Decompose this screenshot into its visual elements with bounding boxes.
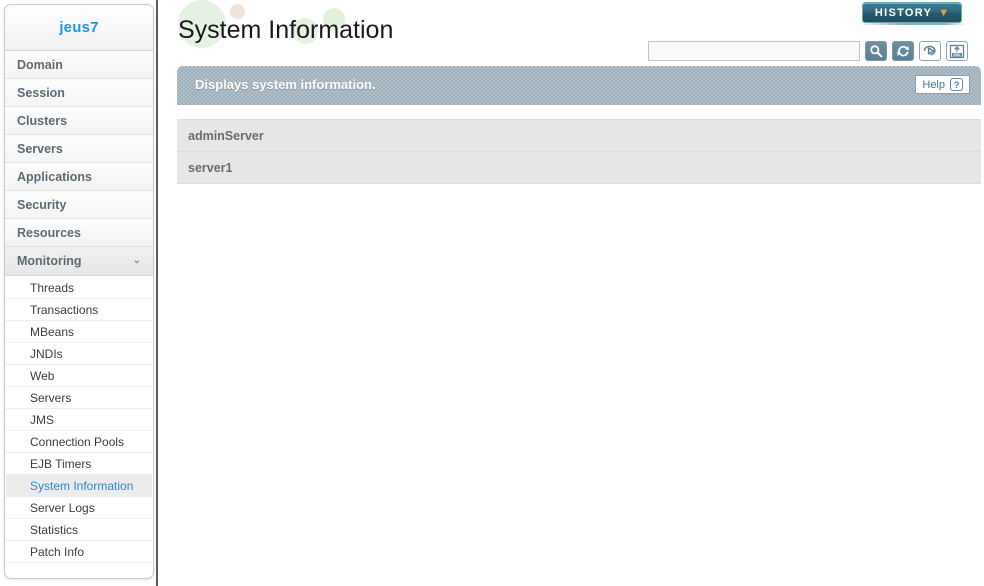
print-icon xyxy=(923,45,936,56)
sidebar-subitem-label: Transactions xyxy=(30,303,99,317)
sidebar-subitem-label: Threads xyxy=(30,281,75,295)
sidebar-subitem-label: JMS xyxy=(30,413,54,427)
sidebar-item-label: Security xyxy=(17,198,67,212)
server-name: server1 xyxy=(188,161,233,175)
question-mark-icon: ? xyxy=(950,78,963,91)
search-input[interactable] xyxy=(648,41,860,61)
sidebar-panel: jeus7 Domain Session Clusters Servers Ap… xyxy=(4,4,154,579)
sidebar-item-monitoring[interactable]: Monitoring ⌄ xyxy=(5,247,153,275)
sidebar-item-label: Domain xyxy=(17,58,63,72)
refresh-button[interactable] xyxy=(892,41,914,61)
page-title: System Information xyxy=(178,16,394,44)
sidebar-subitem-web[interactable]: Web xyxy=(6,365,152,387)
sidebar-subitem-servers[interactable]: Servers xyxy=(6,387,152,409)
sidebar-subitem-label: Statistics xyxy=(30,523,79,537)
sidebar-item-label: Resources xyxy=(17,226,81,240)
sidebar-subitem-server-logs[interactable]: Server Logs xyxy=(6,497,152,519)
sidebar-item-label: Session xyxy=(17,86,65,100)
info-banner-text: Displays system information. xyxy=(195,77,376,92)
sidebar-subitem-label: JNDIs xyxy=(30,347,63,361)
sidebar-subitem-label: Servers xyxy=(30,391,72,405)
search-icon xyxy=(870,45,883,58)
chevron-down-icon: ⌄ xyxy=(132,255,141,266)
sidebar-subitem-threads[interactable]: Threads xyxy=(6,277,152,299)
sidebar-subitem-jms[interactable]: JMS xyxy=(6,409,152,431)
sidebar: jeus7 Domain Session Clusters Servers Ap… xyxy=(0,0,158,586)
sidebar-subitem-mbeans[interactable]: MBeans xyxy=(6,321,152,343)
sidebar-item-session[interactable]: Session xyxy=(5,79,153,107)
search-toolbar: XML xyxy=(648,41,968,61)
refresh-icon xyxy=(897,45,909,57)
help-button[interactable]: Help ? xyxy=(915,75,970,94)
sidebar-subitem-label: System Information xyxy=(30,479,134,493)
sidebar-item-domain[interactable]: Domain xyxy=(5,51,153,79)
sidebar-item-clusters[interactable]: Clusters xyxy=(5,107,153,135)
sidebar-subitem-label: EJB Timers xyxy=(30,457,92,471)
sidebar-subitem-ejb-timers[interactable]: EJB Timers xyxy=(6,453,152,475)
sidebar-subitem-transactions[interactable]: Transactions xyxy=(6,299,152,321)
sidebar-item-servers[interactable]: Servers xyxy=(5,135,153,163)
sidebar-subitem-connection-pools[interactable]: Connection Pools xyxy=(6,431,152,453)
sidebar-subitem-patch-info[interactable]: Patch Info xyxy=(6,541,152,563)
list-item[interactable]: server1 xyxy=(177,152,981,184)
sidebar-item-resources[interactable]: Resources xyxy=(5,219,153,247)
server-name: adminServer xyxy=(188,129,264,143)
sidebar-item-label: Applications xyxy=(17,170,93,184)
sidebar-item-label: Servers xyxy=(17,142,63,156)
svg-text:XML: XML xyxy=(953,53,961,57)
sidebar-item-applications[interactable]: Applications xyxy=(5,163,153,191)
server-list: adminServer server1 xyxy=(177,119,981,184)
sidebar-subitem-label: Connection Pools xyxy=(30,435,125,449)
search-button[interactable] xyxy=(865,41,887,61)
sidebar-item-security[interactable]: Security xyxy=(5,191,153,219)
main-content: HISTORY ▼ System Information XML Display… xyxy=(160,0,984,586)
submenu-spacer xyxy=(5,563,153,573)
sidebar-subitem-jndis[interactable]: JNDIs xyxy=(6,343,152,365)
help-label: Help xyxy=(922,78,945,91)
info-banner: Displays system information. Help ? xyxy=(177,66,981,105)
sidebar-subitem-system-information[interactable]: System Information xyxy=(6,475,152,497)
sidebar-subitem-label: Web xyxy=(30,369,55,383)
sidebar-subitem-label: Patch Info xyxy=(30,545,85,559)
list-item[interactable]: adminServer xyxy=(177,120,981,152)
monitoring-submenu: Threads Transactions MBeans JNDIs Web Se… xyxy=(5,275,153,573)
print-button[interactable] xyxy=(919,41,941,61)
sidebar-item-label: Monitoring xyxy=(17,254,82,268)
sidebar-subitem-label: MBeans xyxy=(30,325,75,339)
xml-export-button[interactable]: XML xyxy=(946,41,968,61)
brand-logo: jeus7 xyxy=(5,5,153,51)
xml-export-icon: XML xyxy=(949,44,965,58)
sidebar-item-label: Clusters xyxy=(17,114,68,128)
sidebar-subitem-label: Server Logs xyxy=(30,501,95,515)
primary-nav: Domain Session Clusters Servers Applicat… xyxy=(5,51,153,275)
sidebar-subitem-statistics[interactable]: Statistics xyxy=(6,519,152,541)
